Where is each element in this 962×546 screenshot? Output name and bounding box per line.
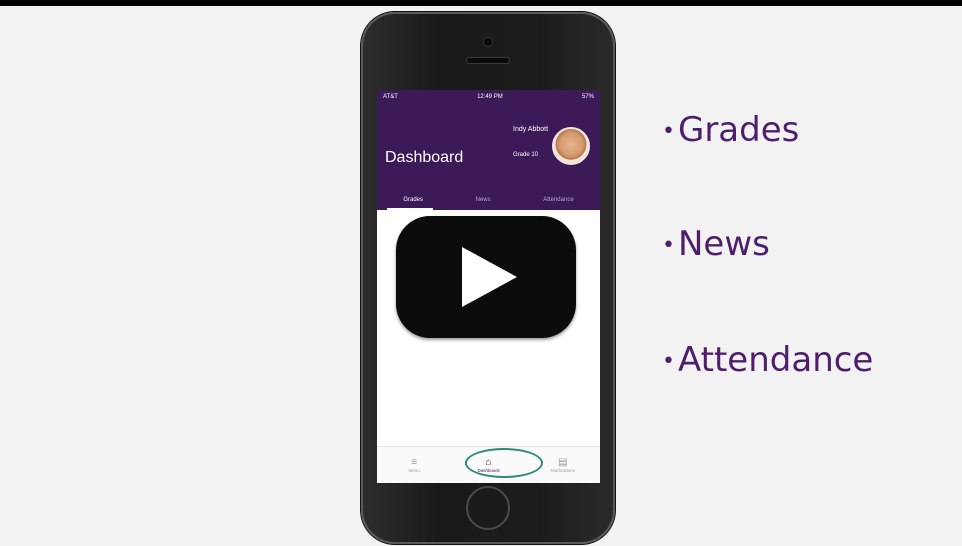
user-grade: Grade 10 [513, 152, 539, 158]
bullet-dot-icon: • [662, 348, 675, 374]
active-tab-indicator [387, 208, 433, 210]
bullet-item-grades: •Grades [662, 113, 799, 149]
carrier-label: AT&T [383, 94, 398, 100]
bullet-dot-icon: • [662, 118, 675, 144]
nav-menu[interactable]: ≡ Menu [384, 457, 444, 473]
bullet-item-attendance: •Attendance [662, 343, 873, 379]
dashboard-highlight-ring [465, 448, 543, 478]
bullet-text: Grades [677, 110, 800, 150]
video-play-button[interactable] [396, 216, 576, 338]
page-title: Dashboard [385, 149, 464, 166]
status-bar: AT&T 12:49 PM 57% [377, 90, 600, 104]
bullet-text: Attendance [677, 340, 874, 380]
nav-notifications-label: Notifications [550, 468, 576, 473]
app-header: Indy Abbott Grade 10 Dashboard Grades Ne… [377, 104, 600, 210]
status-time: 12:49 PM [477, 94, 503, 100]
front-camera [484, 38, 492, 46]
bullet-text: News [677, 224, 770, 264]
tab-grades[interactable]: Grades [403, 197, 423, 203]
user-name: Indy Abbott [513, 126, 549, 133]
bullet-dot-icon: • [662, 232, 675, 258]
tab-news[interactable]: News [476, 197, 491, 203]
home-button[interactable] [466, 486, 510, 530]
tab-attendance[interactable]: Attendance [543, 197, 573, 203]
play-icon [462, 247, 517, 307]
tab-bar: Grades News Attendance [377, 190, 600, 210]
notifications-icon: ▤ [558, 457, 568, 468]
battery-level: 57% [581, 94, 594, 100]
avatar[interactable] [552, 127, 590, 165]
menu-icon: ≡ [411, 457, 418, 468]
nav-menu-label: Menu [408, 468, 420, 473]
bullet-item-news: •News [662, 227, 770, 263]
earpiece-speaker [467, 58, 509, 63]
